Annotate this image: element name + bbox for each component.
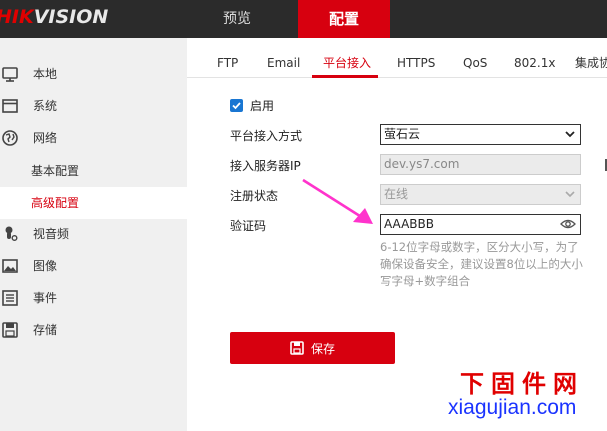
sidebar-item-label: 本地	[33, 67, 58, 81]
globe-icon	[2, 130, 18, 146]
verify-code-hint: 6-12位字母或数字，区分大小写，为了确保设备安全，建议设置8位以上的大小写字母…	[380, 240, 583, 288]
tab-integration[interactable]: 集成协议	[575, 38, 607, 78]
save-button[interactable]: 保存	[230, 332, 395, 364]
tab-email[interactable]: Email	[267, 38, 300, 78]
sidebar-item-label: 图像	[33, 259, 58, 273]
server-ip-label: 接入服务器IP	[230, 159, 301, 173]
sidebar-item-label: 系统	[33, 99, 58, 113]
save-label: 保存	[311, 342, 336, 356]
reg-status-value: 在线	[384, 187, 409, 201]
sidebar-item-local[interactable]: 本地	[0, 58, 187, 90]
watermark-cn: 下固件网	[460, 369, 584, 398]
sidebar-item-label: 事件	[33, 291, 58, 305]
save-icon	[290, 341, 304, 355]
reg-status-select[interactable]: 在线	[380, 184, 581, 205]
sidebar-item-label: 高级配置	[31, 196, 80, 210]
tab-qos[interactable]: QoS	[463, 38, 487, 78]
list-icon	[2, 290, 18, 306]
tab-platform-access[interactable]: 平台接入	[323, 38, 371, 78]
sidebar-item-system[interactable]: 系统	[0, 90, 187, 122]
sidebar-item-advanced-config[interactable]: 高级配置	[0, 187, 187, 219]
verify-code-label: 验证码	[230, 219, 267, 233]
tab-ftp[interactable]: FTP	[217, 38, 238, 78]
eye-icon[interactable]	[560, 218, 576, 230]
enable-checkbox[interactable]	[230, 99, 243, 112]
nav-config-tab[interactable]: 配置	[298, 0, 390, 38]
chevron-down-icon	[565, 131, 575, 138]
sidebar-item-label: 基本配置	[31, 164, 80, 178]
access-mode-value: 萤石云	[384, 127, 421, 141]
tab-8021x[interactable]: 802.1x	[514, 38, 555, 78]
tab-https[interactable]: HTTPS	[397, 38, 435, 78]
hikvision-logo: HIKVISION	[0, 6, 109, 28]
verify-code-value: AAABBB	[384, 217, 434, 231]
sidebar-item-storage[interactable]: 存储	[0, 314, 187, 346]
sidebar-item-label: 视音频	[33, 227, 70, 241]
access-mode-select[interactable]: 萤石云	[380, 124, 581, 145]
window-icon	[2, 99, 18, 113]
chevron-down-icon	[565, 191, 575, 198]
sidebar-item-audio-video[interactable]: 视音频	[0, 218, 187, 250]
access-mode-label: 平台接入方式	[230, 129, 303, 143]
active-tab-indicator	[312, 75, 378, 78]
sidebar-item-event[interactable]: 事件	[0, 282, 187, 314]
verify-code-input[interactable]: AAABBB	[380, 214, 581, 235]
enable-label: 启用	[250, 99, 275, 113]
sidebar-item-label: 存储	[33, 323, 58, 337]
reg-status-label: 注册状态	[230, 189, 279, 203]
sidebar-item-network[interactable]: 网络	[0, 122, 187, 154]
check-icon	[232, 102, 241, 110]
mic-icon	[5, 226, 18, 241]
top-bar: HIKVISION 预览 配置	[0, 0, 607, 38]
annotation-arrow	[302, 178, 373, 224]
tab-bar: FTP Email 平台接入 HTTPS QoS 802.1x 集成协议	[187, 38, 607, 78]
watermark-url: xiagujian.com	[448, 396, 577, 419]
sidebar-item-basic-config[interactable]: 基本配置	[0, 155, 187, 187]
sidebar-item-label: 网络	[33, 131, 58, 145]
monitor-icon	[2, 67, 18, 82]
disk-icon	[2, 322, 18, 338]
sidebar-item-image[interactable]: 图像	[0, 250, 187, 282]
nav-preview-tab[interactable]: 预览	[200, 0, 274, 38]
sidebar: 本地 系统 网络 基本配置 高级配置 视音频 图像 事件 存储	[0, 38, 187, 431]
server-ip-field[interactable]: dev.ys7.com	[380, 154, 581, 175]
image-icon	[2, 259, 18, 273]
